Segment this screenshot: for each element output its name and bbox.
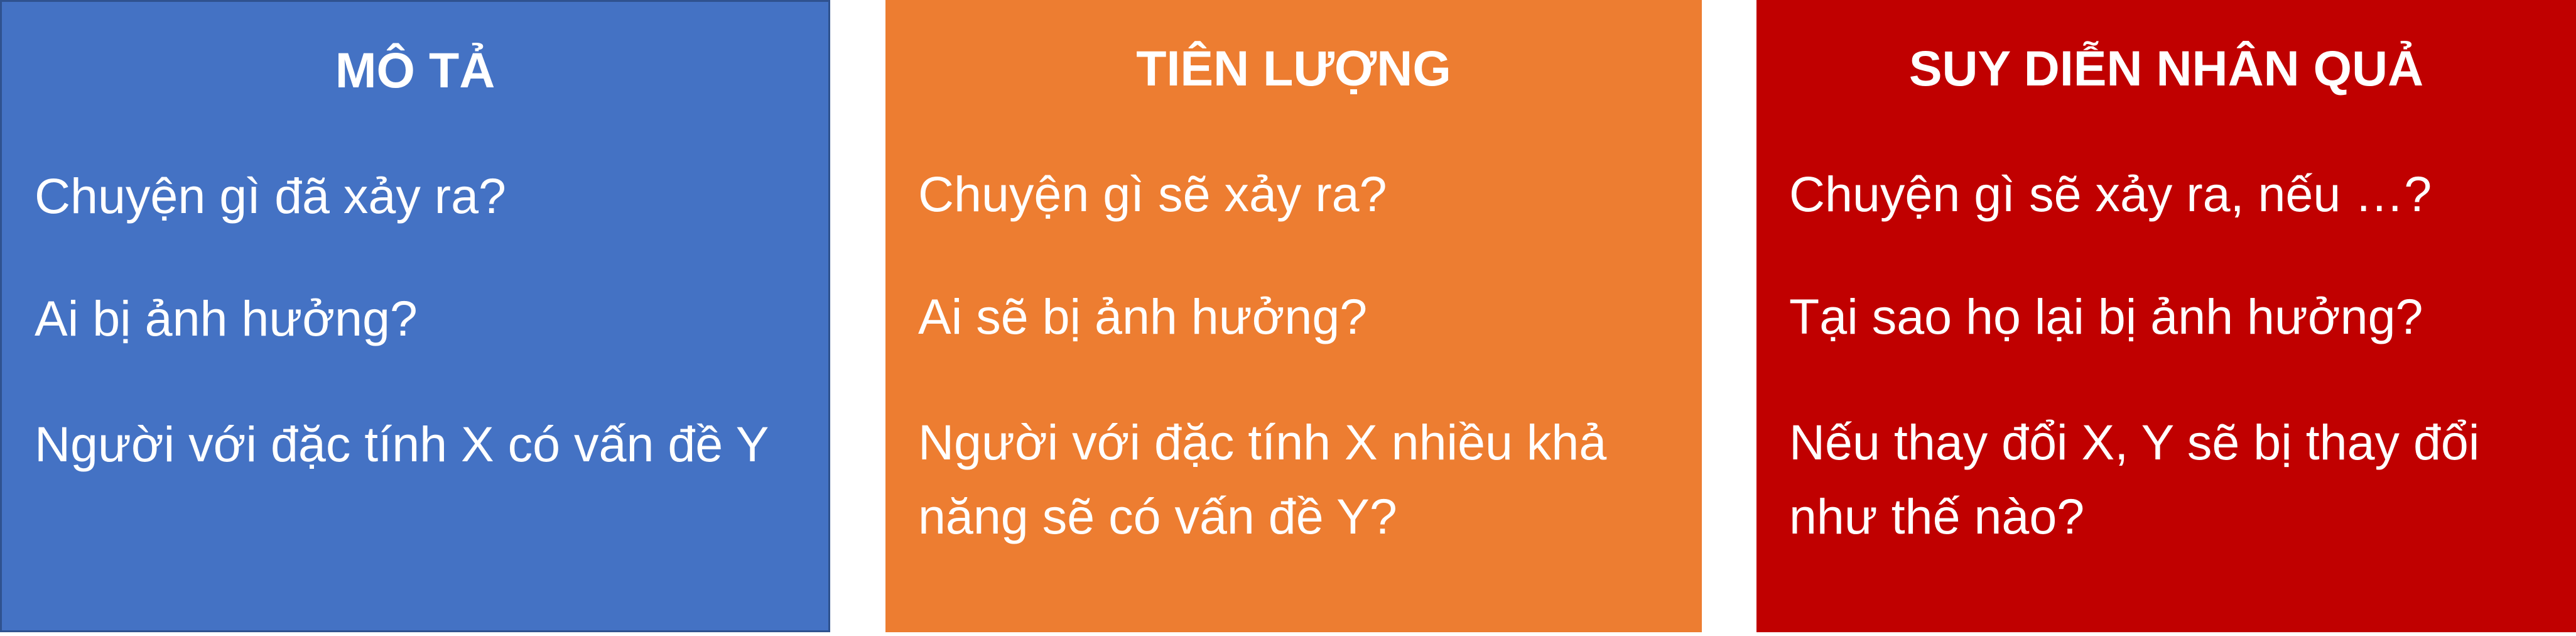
panel-title: MÔ TẢ	[335, 42, 495, 98]
panel-title: TIÊN LƯỢNG	[1136, 40, 1451, 96]
panel-causal-inference: SUY DIỄN NHÂN QUẢ Chuyện gì sẽ xảy ra, n…	[1756, 0, 2576, 632]
panel-prognosis: TIÊN LƯỢNG Chuyện gì sẽ xảy ra? Ai sẽ bị…	[885, 0, 1702, 632]
panel-question: Ai bị ảnh hưởng?	[35, 290, 418, 346]
panel-question: Ai sẽ bị ảnh hưởng?	[918, 288, 1368, 344]
panel-question: Chuyện gì đã xảy ra?	[35, 168, 506, 224]
panel-question: Người với đặc tính X có vấn đề Y	[35, 416, 769, 472]
panel-question: Tại sao họ lại bị ảnh hưởng?	[1789, 288, 2423, 344]
panel-question: Người với đặc tính X nhiều khả năng sẽ c…	[918, 414, 1607, 544]
panel-description: MÔ TẢ Chuyện gì đã xảy ra? Ai bị ảnh hưở…	[0, 0, 830, 632]
panel-question: Chuyện gì sẽ xảy ra, nếu …?	[1789, 166, 2432, 222]
panel-question: Nếu thay đổi X, Y sẽ bị thay đổi như thế…	[1789, 414, 2480, 544]
panel-question: Chuyện gì sẽ xảy ra?	[918, 166, 1387, 222]
panel-title: SUY DIỄN NHÂN QUẢ	[1908, 40, 2424, 96]
